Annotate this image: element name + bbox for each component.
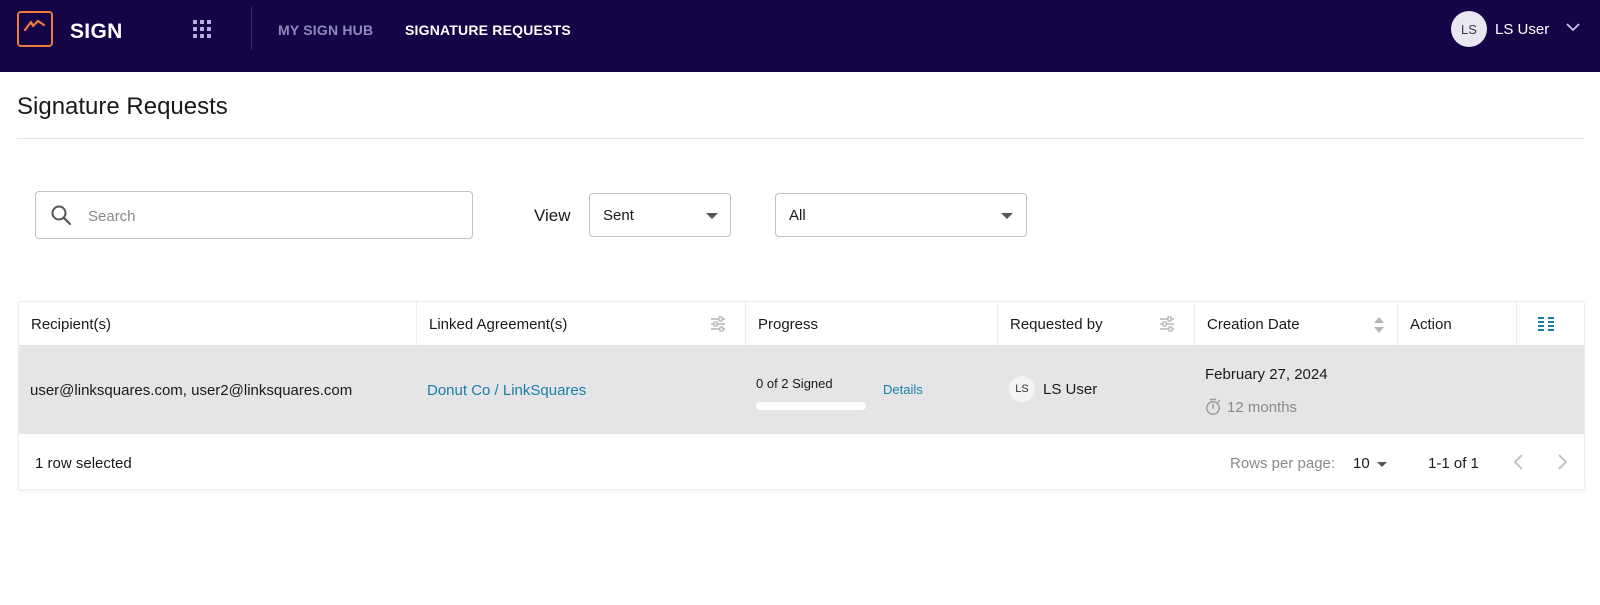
user-name[interactable]: LS User — [1495, 21, 1549, 38]
user-avatar[interactable]: LS — [1451, 11, 1487, 47]
table-header: Recipient(s) Linked Agreement(s) Progres… — [19, 302, 1584, 346]
sign-logo-icon[interactable] — [17, 11, 53, 47]
chevron-right-icon[interactable] — [1550, 450, 1574, 474]
view-select[interactable]: Sent — [589, 193, 731, 237]
column-progress[interactable]: Progress — [746, 302, 998, 346]
caret-down-icon — [706, 213, 718, 219]
status-select[interactable]: All — [775, 193, 1027, 237]
title-divider — [17, 138, 1585, 139]
search-icon — [51, 205, 72, 226]
tune-icon[interactable] — [1159, 316, 1175, 332]
recipients-cell: user@linksquares.com, user2@linksquares.… — [30, 382, 353, 399]
column-label: Requested by — [1010, 316, 1103, 333]
linked-agreement-link[interactable]: Donut Co / LinkSquares — [427, 382, 586, 399]
timer-icon — [1206, 398, 1221, 415]
view-label: View — [534, 206, 571, 225]
progress-bar — [756, 402, 866, 410]
details-link[interactable]: Details — [883, 382, 923, 397]
rows-per-page-value: 10 — [1353, 455, 1370, 472]
top-bar: SIGN MY SIGN HUB SIGNATURE REQUESTS LS L… — [0, 0, 1600, 72]
requester-avatar: LS — [1009, 376, 1035, 402]
status-select-value: All — [789, 207, 806, 224]
column-label: Linked Agreement(s) — [429, 316, 568, 333]
search-field[interactable] — [35, 191, 473, 239]
rows-per-page-select[interactable]: 10 — [1353, 450, 1393, 476]
chevron-down-icon[interactable] — [1566, 22, 1580, 32]
requests-table: Recipient(s) Linked Agreement(s) Progres… — [18, 301, 1585, 490]
request-age: 12 months — [1227, 399, 1298, 416]
column-label: Action — [1410, 316, 1452, 333]
creation-date: February 27, 2024 — [1205, 366, 1328, 383]
column-creation-date[interactable]: Creation Date — [1195, 302, 1398, 346]
sort-icon[interactable] — [1373, 316, 1385, 334]
chevron-left-icon[interactable] — [1507, 450, 1531, 474]
pagination-range: 1-1 of 1 — [1428, 455, 1479, 472]
nav-my-sign-hub[interactable]: MY SIGN HUB — [278, 22, 373, 38]
selection-count: 1 row selected — [35, 455, 132, 472]
column-label: Progress — [758, 316, 819, 333]
app-brand: SIGN — [70, 20, 123, 43]
rows-per-page-label: Rows per page: — [1230, 455, 1336, 472]
apps-grid-icon[interactable] — [193, 20, 211, 38]
progress-text: 0 of 2 Signed — [756, 376, 833, 391]
column-linked-agreements[interactable]: Linked Agreement(s) — [417, 302, 746, 346]
tune-icon[interactable] — [710, 316, 726, 332]
column-recipients[interactable]: Recipient(s) — [19, 302, 417, 346]
view-select-value: Sent — [603, 207, 634, 224]
column-picker[interactable] — [1517, 302, 1586, 346]
column-label: Recipient(s) — [31, 316, 112, 333]
caret-down-icon — [1001, 213, 1013, 219]
columns-icon[interactable] — [1537, 316, 1555, 332]
table-row[interactable]: user@linksquares.com, user2@linksquares.… — [19, 346, 1584, 434]
column-requested-by[interactable]: Requested by — [998, 302, 1195, 346]
caret-down-icon — [1377, 462, 1387, 467]
page-title: Signature Requests — [17, 93, 228, 120]
nav-signature-requests[interactable]: SIGNATURE REQUESTS — [405, 22, 571, 38]
column-label: Creation Date — [1207, 316, 1300, 333]
column-action[interactable]: Action — [1398, 302, 1517, 346]
requester-name: LS User — [1043, 381, 1098, 398]
nav-divider — [251, 7, 252, 50]
search-input[interactable] — [88, 204, 458, 228]
